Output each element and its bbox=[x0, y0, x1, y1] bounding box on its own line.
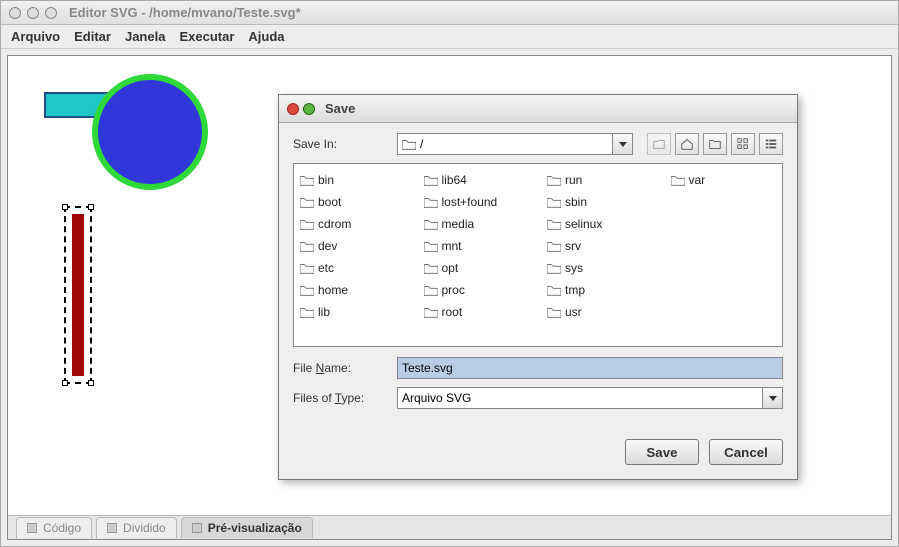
folder-item[interactable]: sbin bbox=[547, 192, 647, 212]
tab-dividido[interactable]: Dividido bbox=[96, 517, 177, 538]
titlebar: Editor SVG - /home/mvano/Teste.svg* bbox=[1, 1, 898, 25]
folder-item[interactable]: lib64 bbox=[424, 170, 524, 190]
folder-item[interactable]: run bbox=[547, 170, 647, 190]
home-button[interactable] bbox=[675, 133, 699, 155]
menu-ajuda[interactable]: Ajuda bbox=[248, 29, 284, 44]
chevron-down-icon[interactable] bbox=[612, 134, 632, 154]
folder-item[interactable]: dev bbox=[300, 236, 400, 256]
folder-item[interactable]: opt bbox=[424, 258, 524, 278]
new-folder-button[interactable] bbox=[703, 133, 727, 155]
folder-item[interactable]: lost+found bbox=[424, 192, 524, 212]
maximize-window-icon[interactable] bbox=[45, 7, 57, 19]
resize-handle-icon[interactable] bbox=[88, 204, 94, 210]
folder-item[interactable]: var bbox=[671, 170, 771, 190]
up-folder-button[interactable] bbox=[647, 133, 671, 155]
folder-item[interactable]: root bbox=[424, 302, 524, 322]
tab-pre-visualizacao[interactable]: Pré-visualização bbox=[181, 517, 313, 538]
save-dialog: Save Save In: / bbox=[278, 94, 798, 480]
resize-handle-icon[interactable] bbox=[62, 204, 68, 210]
save-in-label: Save In: bbox=[293, 137, 389, 151]
menu-editar[interactable]: Editar bbox=[74, 29, 111, 44]
file-name-input[interactable] bbox=[397, 357, 783, 379]
folder-list[interactable]: binbootcdromdevetchomelib lib64lost+found… bbox=[293, 163, 783, 347]
folder-item[interactable]: proc bbox=[424, 280, 524, 300]
folder-item[interactable]: media bbox=[424, 214, 524, 234]
shape-circle[interactable] bbox=[92, 74, 208, 190]
workspace: Save Save In: / bbox=[7, 55, 892, 540]
resize-handle-icon[interactable] bbox=[88, 380, 94, 386]
minimize-window-icon[interactable] bbox=[27, 7, 39, 19]
dialog-title: Save bbox=[325, 101, 355, 116]
menu-janela[interactable]: Janela bbox=[125, 29, 165, 44]
folder-item[interactable]: lib bbox=[300, 302, 400, 322]
bottom-tabs: Código Dividido Pré-visualização bbox=[8, 515, 891, 539]
folder-item[interactable]: boot bbox=[300, 192, 400, 212]
save-button[interactable]: Save bbox=[625, 439, 699, 465]
close-window-icon[interactable] bbox=[9, 7, 21, 19]
file-type-value: Arquivo SVG bbox=[402, 391, 471, 405]
window-controls bbox=[9, 7, 57, 19]
menu-executar[interactable]: Executar bbox=[179, 29, 234, 44]
folder-item[interactable]: sys bbox=[547, 258, 647, 278]
dialog-zoom-icon[interactable] bbox=[303, 103, 315, 115]
dialog-close-icon[interactable] bbox=[287, 103, 299, 115]
chevron-down-icon[interactable] bbox=[762, 388, 782, 408]
shape-selected-bar[interactable] bbox=[64, 206, 92, 384]
menubar: Arquivo Editar Janela Executar Ajuda bbox=[1, 25, 898, 49]
folder-item[interactable]: selinux bbox=[547, 214, 647, 234]
file-name-label: File Name: bbox=[293, 361, 389, 375]
file-type-combo[interactable]: Arquivo SVG bbox=[397, 387, 783, 409]
list-view-button[interactable] bbox=[731, 133, 755, 155]
cancel-button[interactable]: Cancel bbox=[709, 439, 783, 465]
window-title: Editor SVG - /home/mvano/Teste.svg* bbox=[69, 5, 301, 20]
folder-item[interactable]: mnt bbox=[424, 236, 524, 256]
save-in-value: / bbox=[420, 137, 423, 151]
folder-icon bbox=[402, 138, 416, 150]
shape-bar-fill bbox=[72, 214, 84, 376]
folder-item[interactable]: bin bbox=[300, 170, 400, 190]
resize-handle-icon[interactable] bbox=[62, 380, 68, 386]
folder-item[interactable]: tmp bbox=[547, 280, 647, 300]
tab-codigo[interactable]: Código bbox=[16, 517, 92, 538]
folder-item[interactable]: srv bbox=[547, 236, 647, 256]
folder-item[interactable]: home bbox=[300, 280, 400, 300]
file-type-label: Files of Type: bbox=[293, 391, 389, 405]
folder-item[interactable]: cdrom bbox=[300, 214, 400, 234]
save-in-combo[interactable]: / bbox=[397, 133, 633, 155]
menu-arquivo[interactable]: Arquivo bbox=[11, 29, 60, 44]
folder-item[interactable]: usr bbox=[547, 302, 647, 322]
folder-item[interactable]: etc bbox=[300, 258, 400, 278]
dialog-titlebar: Save bbox=[279, 95, 797, 123]
details-view-button[interactable] bbox=[759, 133, 783, 155]
main-window: Editor SVG - /home/mvano/Teste.svg* Arqu… bbox=[0, 0, 899, 547]
